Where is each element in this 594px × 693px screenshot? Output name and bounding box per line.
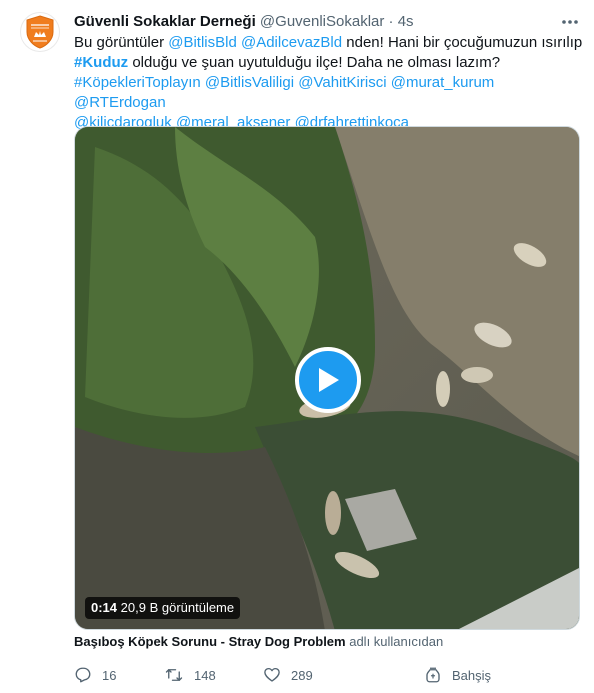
author-avatar[interactable] — [20, 12, 60, 52]
play-button[interactable] — [295, 347, 361, 413]
tweet-text: Bu görüntüler @BitlisBld @AdilcevazBld n… — [74, 33, 584, 133]
retweet-button[interactable]: 148 — [164, 663, 216, 687]
more-icon[interactable] — [560, 12, 580, 32]
retweet-count: 148 — [194, 667, 216, 683]
separator-dot: · — [388, 13, 394, 30]
video-player[interactable]: 0:14 20,9 B görüntüleme — [74, 126, 580, 630]
reply-count: 16 — [102, 667, 117, 683]
like-icon — [264, 667, 280, 682]
text-segment: nden! Hani bir çocuğumuzun ısırılıp — [342, 34, 583, 51]
tweet-timestamp[interactable]: 4s — [398, 13, 414, 30]
tweet-actions: 16 148 289 Bahşiş — [74, 663, 584, 687]
play-icon — [319, 368, 339, 392]
organization-logo-icon — [26, 15, 54, 49]
reply-icon — [75, 667, 91, 683]
mention-link[interactable]: @BitlisValiligi — [205, 74, 294, 91]
tip-button[interactable]: Bahşiş — [424, 663, 491, 687]
mention-link[interactable]: @BitlisBld — [168, 34, 237, 51]
source-suffix: adlı kullanıcıdan — [345, 634, 444, 649]
text-segment: olduğu ve şuan uyutulduğu ilçe! Daha ne … — [128, 54, 501, 71]
like-count: 289 — [291, 667, 313, 683]
video-info-badge: 0:14 20,9 B görüntüleme — [85, 597, 241, 619]
hashtag-link[interactable]: #Kuduz — [74, 54, 128, 71]
like-button[interactable]: 289 — [263, 663, 313, 687]
author-handle[interactable]: @GuvenliSokaklar — [260, 13, 384, 30]
mention-link[interactable]: @RTErdogan — [74, 94, 166, 111]
video-attribution: Başıboş Köpek Sorunu - Stray Dog Problem… — [74, 634, 443, 650]
hashtag-link[interactable]: #KöpekleriToplayın — [74, 74, 201, 91]
mention-link[interactable]: @AdilcevazBld — [241, 34, 342, 51]
reply-button[interactable]: 16 — [74, 663, 116, 687]
retweet-icon — [165, 669, 183, 681]
video-views: 20,9 B görüntüleme — [120, 600, 235, 615]
source-title[interactable]: Başıboş Köpek Sorunu - Stray Dog Problem — [74, 634, 346, 649]
video-duration: 0:14 — [91, 600, 118, 615]
author-name[interactable]: Güvenli Sokaklar Derneği — [74, 13, 256, 30]
text-segment: Bu görüntüler — [74, 34, 169, 51]
tweet-header: Güvenli Sokaklar Derneği @GuvenliSokakla… — [74, 12, 414, 32]
mention-link[interactable]: @murat_kurum — [391, 74, 495, 91]
tip-icon — [426, 667, 440, 683]
mention-link[interactable]: @VahitKirisci — [298, 74, 386, 91]
tip-label: Bahşiş — [452, 667, 492, 683]
